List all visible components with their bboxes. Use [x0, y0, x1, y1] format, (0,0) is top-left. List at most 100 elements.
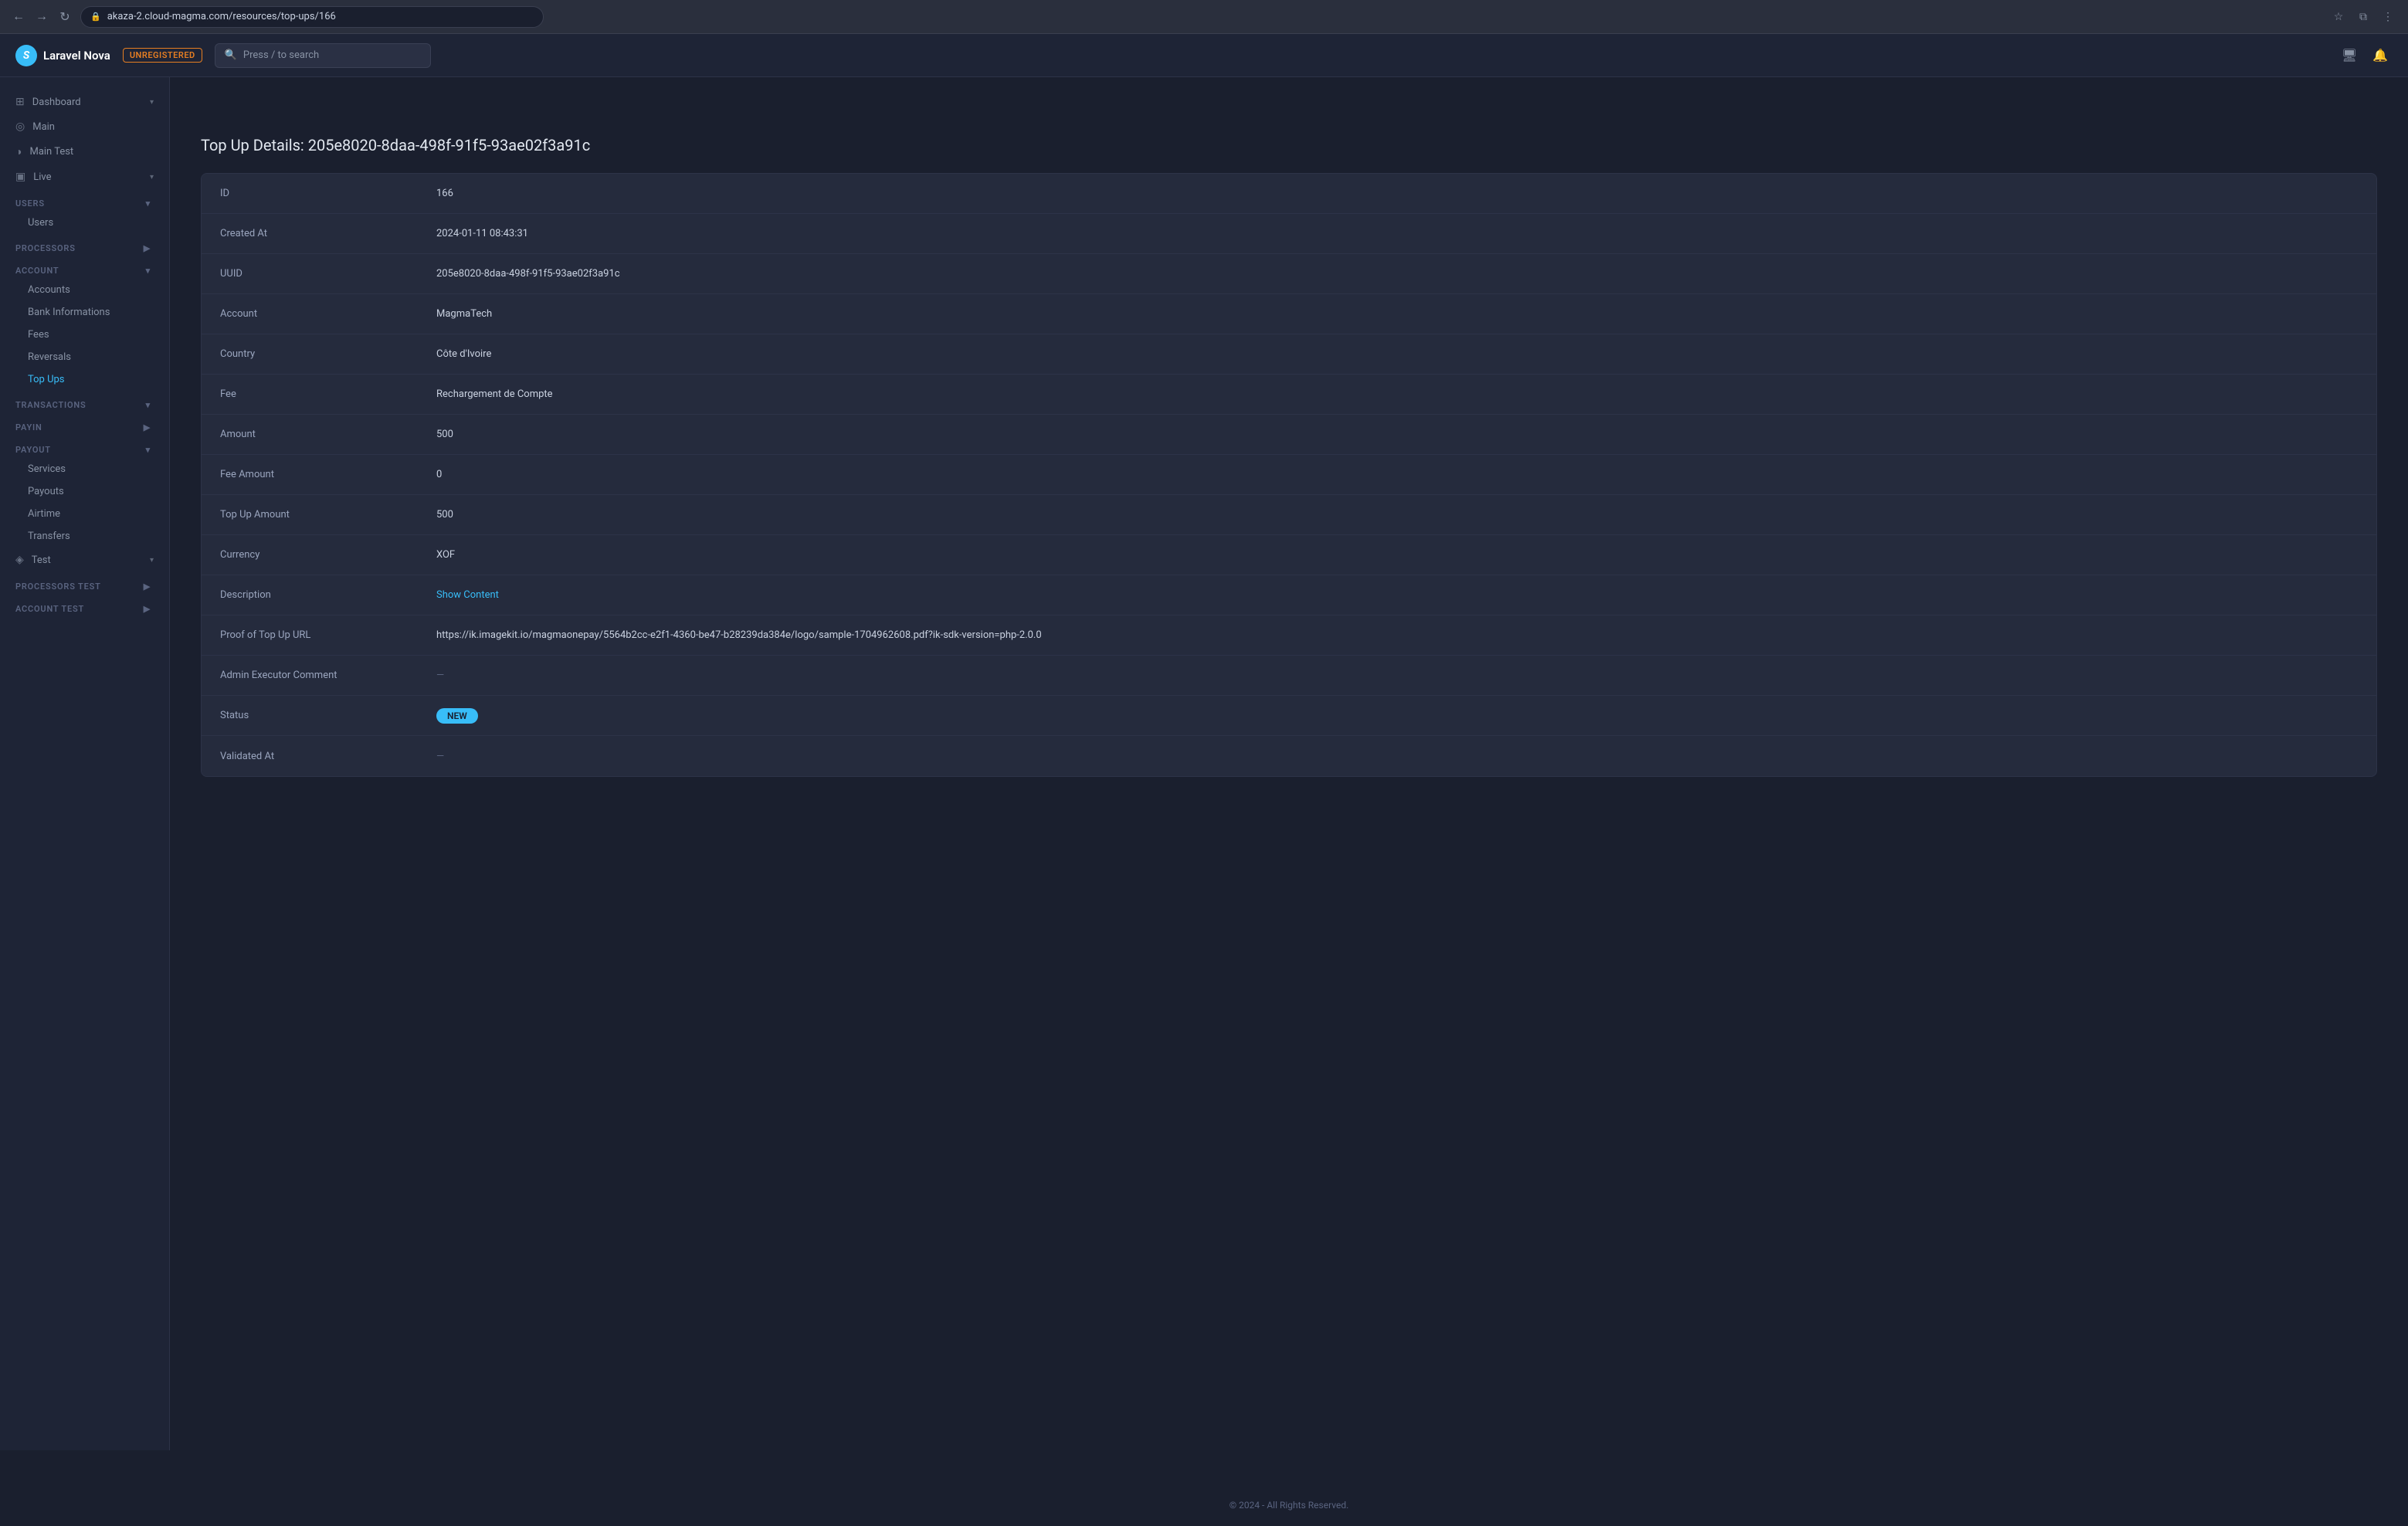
section-label-account-test: ACCOUNT TEST ▶ — [0, 595, 169, 617]
table-row: Status NEW — [202, 696, 2376, 736]
search-bar[interactable]: 🔍 Press / to search — [215, 43, 431, 68]
logo-icon: S — [15, 45, 37, 66]
detail-label: Status — [202, 696, 418, 735]
section-label-processors-test: PROCESSORS TEST ▶ — [0, 572, 169, 595]
table-row: Created At2024-01-11 08:43:31 — [202, 214, 2376, 254]
detail-value[interactable]: Show Content — [418, 575, 2376, 615]
detail-label: Top Up Amount — [202, 495, 418, 534]
table-row: CountryCôte d'Ivoire — [202, 334, 2376, 375]
detail-label: Proof of Top Up URL — [202, 615, 418, 655]
detail-label: Currency — [202, 535, 418, 575]
section-label-payout: PAYOUT ▾ — [0, 436, 169, 458]
sidebar-item-bank-informations[interactable]: Bank Informations — [0, 301, 169, 324]
search-icon: 🔍 — [225, 49, 237, 61]
browser-nav-buttons: ← → ↻ — [9, 8, 74, 26]
em-dash: — — [436, 670, 444, 681]
menu-button[interactable]: ⋮ — [2377, 6, 2399, 28]
chevron-down-icon-test: ▾ — [150, 556, 154, 565]
app-name: Laravel Nova — [43, 49, 110, 63]
main-content: Top Up Details: 205e8020-8daa-498f-91f5-… — [170, 111, 2408, 1484]
sidebar-item-users[interactable]: Users — [0, 212, 169, 234]
sidebar-item-fees[interactable]: Fees — [0, 324, 169, 346]
detail-label: Amount — [202, 415, 418, 454]
dashboard-icon: ⊞ — [15, 96, 25, 108]
detail-value: — — [418, 656, 2376, 695]
section-label-users: USERS ▾ — [0, 189, 169, 212]
detail-value: 2024-01-11 08:43:31 — [418, 214, 2376, 253]
sidebar-item-main-test[interactable]: ◑ Main Test — [0, 139, 169, 164]
live-icon: ▣ — [15, 171, 25, 183]
table-row: FeeRechargement de Compte — [202, 375, 2376, 415]
detail-value: MagmaTech — [418, 294, 2376, 334]
sidebar-item-accounts[interactable]: Accounts — [0, 279, 169, 301]
detail-card: ID166Created At2024-01-11 08:43:31UUID20… — [201, 173, 2377, 777]
chevron-down-icon-live: ▾ — [150, 173, 154, 181]
detail-label: ID — [202, 174, 418, 213]
page-footer: © 2024 - All Rights Reserved. — [170, 1484, 2408, 1526]
monitor-icon[interactable]: 🖥 — [2337, 43, 2362, 68]
detail-label: Validated At — [202, 736, 418, 776]
sidebar-label-reversals: Reversals — [28, 351, 71, 363]
forward-button[interactable]: → — [32, 8, 51, 26]
main-test-icon: ◑ — [15, 145, 22, 158]
page-title: Top Up Details: 205e8020-8daa-498f-91f5-… — [201, 136, 2377, 154]
sidebar-item-main[interactable]: ◎ Main — [0, 114, 169, 139]
table-row: Admin Executor Comment — — [202, 656, 2376, 696]
sidebar-label-top-ups: Top Ups — [28, 374, 65, 385]
app-logo: S Laravel Nova — [15, 45, 110, 66]
section-label-transactions: TRANSACTIONS ▾ — [0, 391, 169, 413]
detail-value: 166 — [418, 174, 2376, 213]
sidebar-item-transfers[interactable]: Transfers — [0, 525, 169, 548]
section-label-processors: PROCESSORS ▶ — [0, 234, 169, 256]
sidebar-label-users: Users — [28, 217, 53, 229]
sidebar-label-fees: Fees — [28, 329, 49, 341]
detail-label: Admin Executor Comment — [202, 656, 418, 695]
extensions-button[interactable]: ⧉ — [2352, 6, 2374, 28]
sidebar-item-test[interactable]: ◈ Test ▾ — [0, 548, 169, 572]
detail-value: Rechargement de Compte — [418, 375, 2376, 414]
section-label-payin: PAYIN ▶ — [0, 413, 169, 436]
sidebar-label-main-test: Main Test — [29, 146, 73, 158]
browser-actions: ☆ ⧉ ⋮ — [2328, 6, 2399, 28]
bell-icon[interactable]: 🔔 — [2368, 43, 2393, 68]
sidebar-item-live[interactable]: ▣ Live ▾ — [0, 164, 169, 189]
sidebar-item-airtime[interactable]: Airtime — [0, 503, 169, 525]
detail-label: UUID — [202, 254, 418, 293]
sidebar-label-transfers: Transfers — [28, 531, 70, 542]
search-placeholder: Press / to search — [243, 49, 319, 61]
chevron-down-icon: ▾ — [150, 98, 154, 107]
back-button[interactable]: ← — [9, 8, 28, 26]
show-content-link[interactable]: Show Content — [436, 589, 499, 601]
address-bar[interactable]: 🔒 akaza-2.cloud-magma.com/resources/top-… — [80, 6, 544, 28]
sidebar-label-accounts: Accounts — [28, 284, 70, 296]
detail-value: NEW — [418, 696, 2376, 735]
url-text: akaza-2.cloud-magma.com/resources/top-up… — [107, 11, 336, 22]
table-row: ID166 — [202, 174, 2376, 214]
table-row: Description Show Content — [202, 575, 2376, 615]
reload-button[interactable]: ↻ — [56, 8, 74, 26]
detail-value: 205e8020-8daa-498f-91f5-93ae02f3a91c — [418, 254, 2376, 293]
test-icon: ◈ — [15, 554, 24, 566]
table-row: CurrencyXOF — [202, 535, 2376, 575]
detail-label: Description — [202, 575, 418, 615]
sidebar-item-reversals[interactable]: Reversals — [0, 346, 169, 368]
detail-value: 500 — [418, 495, 2376, 534]
table-row: AccountMagmaTech — [202, 294, 2376, 334]
browser-chrome: ← → ↻ 🔒 akaza-2.cloud-magma.com/resource… — [0, 0, 2408, 34]
top-bar: S Laravel Nova UNREGISTERED 🔍 Press / to… — [0, 34, 2408, 77]
sidebar-item-top-ups[interactable]: Top Ups — [0, 368, 169, 391]
status-badge: NEW — [436, 708, 478, 724]
bookmark-button[interactable]: ☆ — [2328, 6, 2349, 28]
sidebar-item-services[interactable]: Services — [0, 458, 169, 480]
detail-label: Created At — [202, 214, 418, 253]
sidebar-label-test: Test — [32, 554, 51, 566]
footer-text: © 2024 - All Rights Reserved. — [1229, 1500, 1349, 1511]
detail-label: Country — [202, 334, 418, 374]
detail-label: Fee — [202, 375, 418, 414]
table-row: Top Up Amount500 — [202, 495, 2376, 535]
detail-value: 500 — [418, 415, 2376, 454]
sidebar-item-dashboard[interactable]: ⊞ Dashboard ▾ — [0, 90, 169, 114]
sidebar-item-payouts[interactable]: Payouts — [0, 480, 169, 503]
top-bar-actions: 🖥 🔔 — [2337, 43, 2393, 68]
sidebar-label-airtime: Airtime — [28, 508, 60, 520]
